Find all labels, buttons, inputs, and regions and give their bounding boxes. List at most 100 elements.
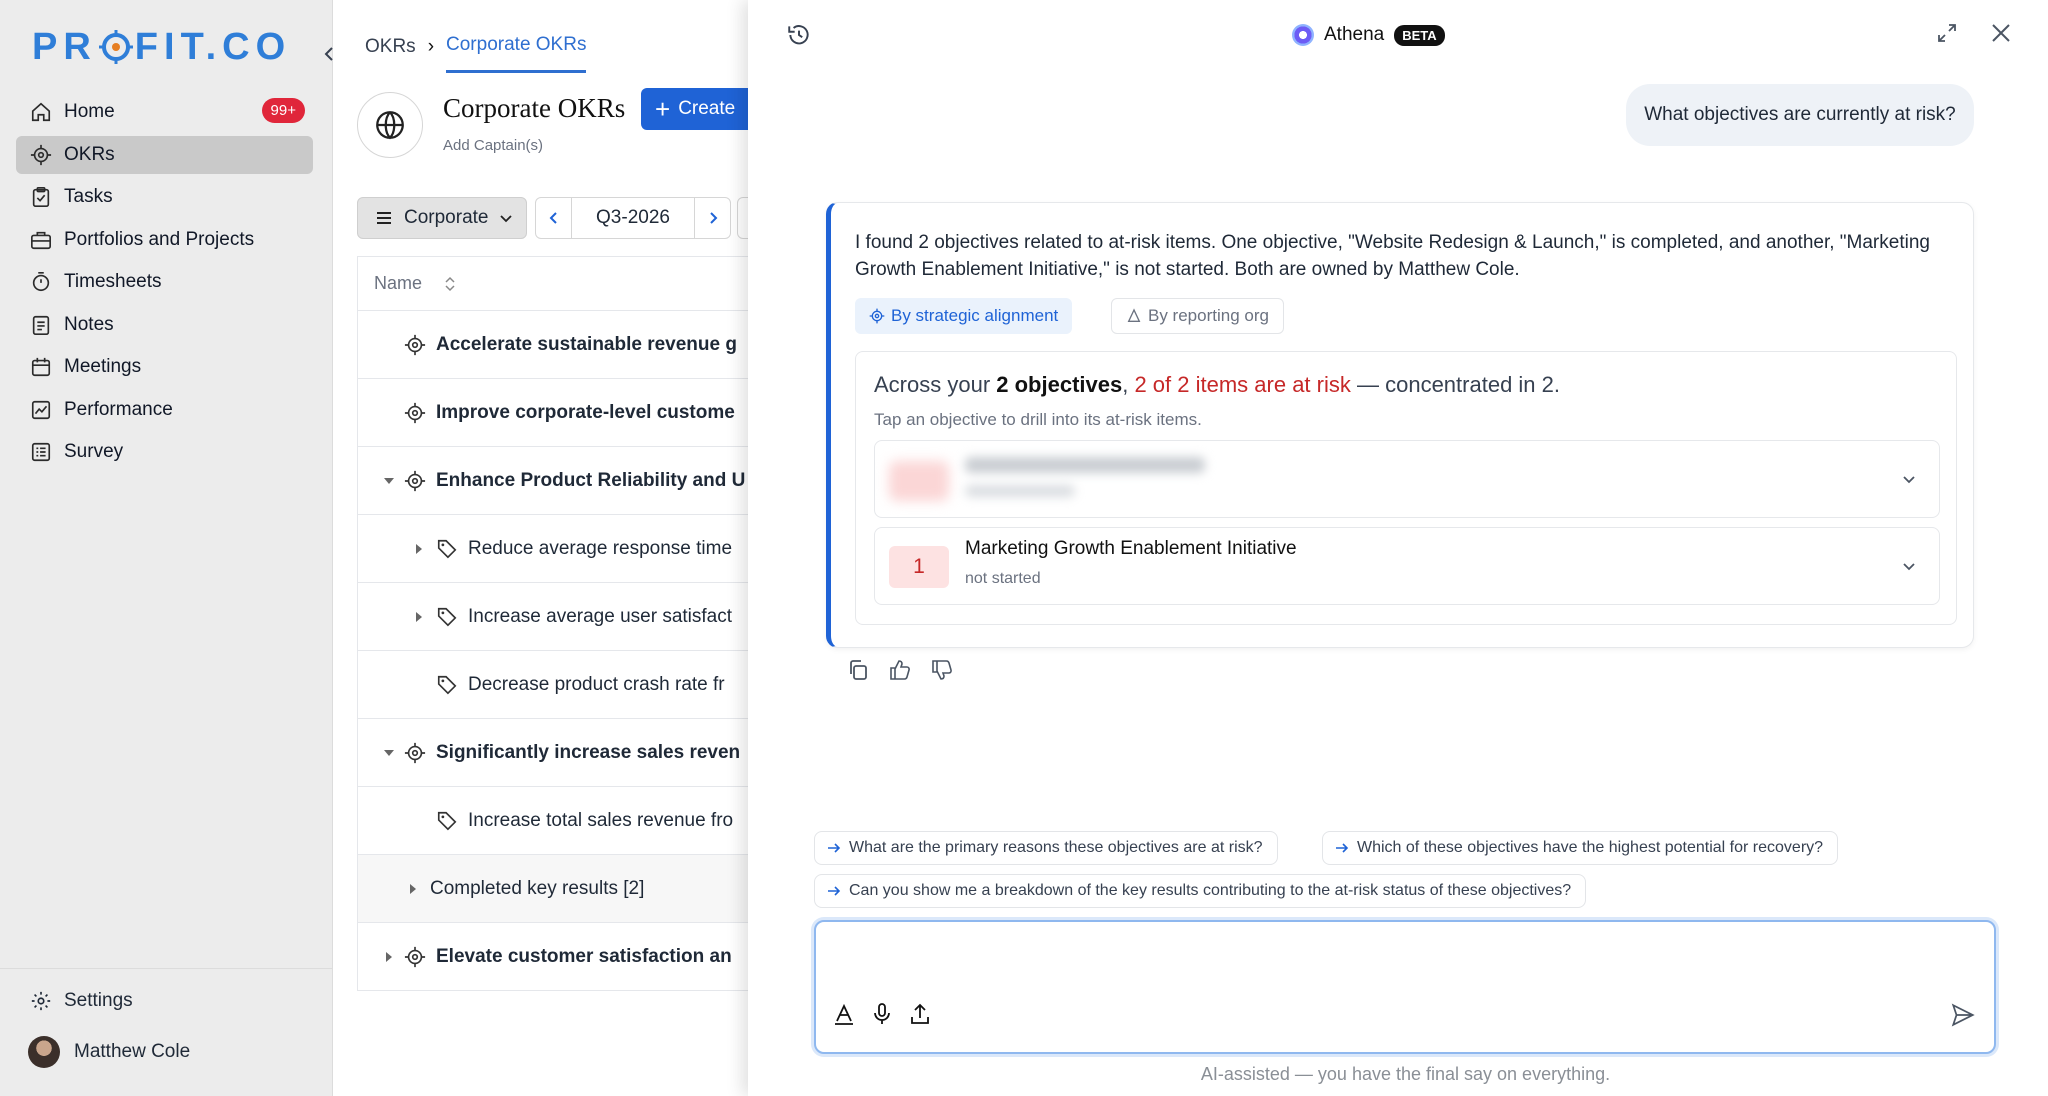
profit-co-logo[interactable]: PR FIT.CO [32,25,291,68]
table-row[interactable]: Improve corporate-level custome [358,379,748,447]
breadcrumb: OKRs › Corporate OKRs [365,20,587,73]
objective-row-redacted[interactable] [874,440,1940,518]
key-result-tag-icon [437,539,457,558]
send-icon[interactable] [1950,1002,1976,1028]
microphone-icon[interactable] [870,1002,894,1026]
logo-text-left: PR [32,25,97,68]
key-result-tag-icon [437,675,457,694]
sidebar-item-home[interactable]: Home 99+ [16,93,313,131]
risk-summary: Across your 2 objectives, 2 of 2 items a… [874,372,1560,398]
completed-key-results-row[interactable]: Completed key results [2] [358,855,748,923]
org-chart-icon [1127,308,1141,322]
user-profile[interactable]: Matthew Cole [28,1036,190,1068]
okr-table: Name Accelerate sustainable revenue g Im… [357,256,748,991]
thumbs-down-icon[interactable] [930,658,954,682]
suggestion-text: Which of these objectives have the highe… [1357,839,1824,856]
redacted-count [889,461,949,501]
objective-name: Improve corporate-level custome [436,401,735,423]
page-title: Corporate OKRs [443,93,626,123]
sidebar-item-label: Portfolios and Projects [64,228,255,250]
suggestion-chip[interactable]: What are the primary reasons these objec… [814,831,1278,865]
upload-icon[interactable] [908,1002,932,1026]
breadcrumb-okrs[interactable]: OKRs [365,36,416,58]
expand-caret-right-icon[interactable] [382,950,396,964]
expand-icon[interactable] [1936,22,1958,44]
sidebar-item-tasks[interactable]: Tasks [16,178,313,216]
sidebar-divider [0,968,333,969]
create-button[interactable]: + Create [641,88,748,130]
stopwatch-icon [32,272,50,292]
logo-target-icon [98,30,133,64]
user-message-bubble: What objectives are currently at risk? [1626,84,1974,146]
corporate-filter-dropdown[interactable]: Corporate [357,197,527,239]
key-result-name: Increase average user satisfact [468,605,733,627]
sidebar-item-notes[interactable]: Notes [16,306,313,344]
table-row[interactable]: Elevate customer satisfaction an [358,923,748,991]
sort-icon [445,276,455,291]
name-column-header[interactable]: Name [358,257,748,311]
sidebar-item-label: Performance [64,398,173,420]
objective-target-icon [404,946,426,967]
assistant-name: Athena [1324,24,1385,45]
notification-badge: 99+ [261,98,305,123]
breadcrumb-corporate-okrs[interactable]: Corporate OKRs [446,34,587,73]
close-icon[interactable] [1988,20,2014,46]
chevron-down-icon [1903,563,1915,571]
history-icon[interactable] [786,22,812,48]
objective-name: Significantly increase sales reven [436,741,741,763]
period-value: Q3-2026 [596,207,670,228]
objective-target-icon [404,334,426,355]
breadcrumb-separator: › [427,35,435,57]
next-period-button[interactable] [694,198,730,238]
sidebar-item-performance[interactable]: Performance [16,391,313,429]
sidebar-item-label: Tasks [64,186,113,207]
tab-label: By strategic alignment [891,306,1059,325]
extra-filter-button[interactable] [737,197,748,239]
sidebar-item-meetings[interactable]: Meetings [16,348,313,386]
message-composer-input[interactable] [814,920,1996,1054]
table-row[interactable]: Significantly increase sales reven [358,719,748,787]
sidebar-item-settings[interactable]: Settings [30,990,133,1012]
summary-suffix: — concentrated in 2. [1350,372,1560,397]
athena-assistant-panel: Athena BETA What objectives are currentl… [748,0,2048,1096]
objectives-count: 2 objectives [996,372,1123,397]
table-row[interactable]: Reduce average response time [358,515,748,583]
user-name: Matthew Cole [74,1041,191,1062]
previous-period-button[interactable] [536,198,572,238]
suggestion-chip[interactable]: Can you show me a breakdown of the key r… [814,874,1587,908]
expand-caret-right-icon[interactable] [412,542,426,556]
filter-label: Corporate [404,207,489,228]
sidebar-item-label: OKRs [64,143,115,165]
tab-strategic-alignment[interactable]: By strategic alignment [855,298,1073,334]
sidebar-item-survey[interactable]: Survey [16,433,313,471]
objective-row[interactable]: 1 Marketing Growth Enablement Initiative… [874,527,1940,605]
composer-tools [832,1002,946,1026]
suggestion-chip[interactable]: Which of these objectives have the highe… [1322,831,1839,865]
table-row[interactable]: Increase total sales revenue fro [358,787,748,855]
completed-key-results-label: Completed key results [2] [430,877,645,899]
sidebar-item-label: Meetings [64,356,142,377]
expand-caret-right-icon[interactable] [412,610,426,624]
sidebar-item-okrs[interactable]: OKRs [16,135,313,174]
table-row[interactable]: Accelerate sustainable revenue g [358,311,748,379]
copy-icon[interactable] [846,658,870,682]
arrow-right-icon [828,886,841,896]
sidebar-item-portfolios[interactable]: Portfolios and Projects [16,221,313,259]
table-row[interactable]: Enhance Product Reliability and U [358,447,748,515]
at-risk-summary-box: Across your 2 objectives, 2 of 2 items a… [855,351,1957,625]
text-format-icon[interactable] [832,1002,856,1026]
expand-caret-right-icon[interactable] [406,882,420,896]
table-row[interactable]: Decrease product crash rate fr [358,651,748,719]
chevron-right-icon [709,212,717,224]
sidebar-item-label: Home [64,101,115,122]
thumbs-up-icon[interactable] [888,658,912,682]
chevron-down-icon [499,215,512,223]
sidebar-item-label: Notes [64,313,114,335]
tab-reporting-org[interactable]: By reporting org [1111,298,1284,334]
expand-caret-down-icon[interactable] [382,746,396,760]
tab-label: By reporting org [1148,306,1269,325]
add-captain-link[interactable]: Add Captain(s) [443,137,543,154]
expand-caret-down-icon[interactable] [382,474,396,488]
sidebar-item-timesheets[interactable]: Timesheets [16,263,313,301]
table-row[interactable]: Increase average user satisfact [358,583,748,651]
